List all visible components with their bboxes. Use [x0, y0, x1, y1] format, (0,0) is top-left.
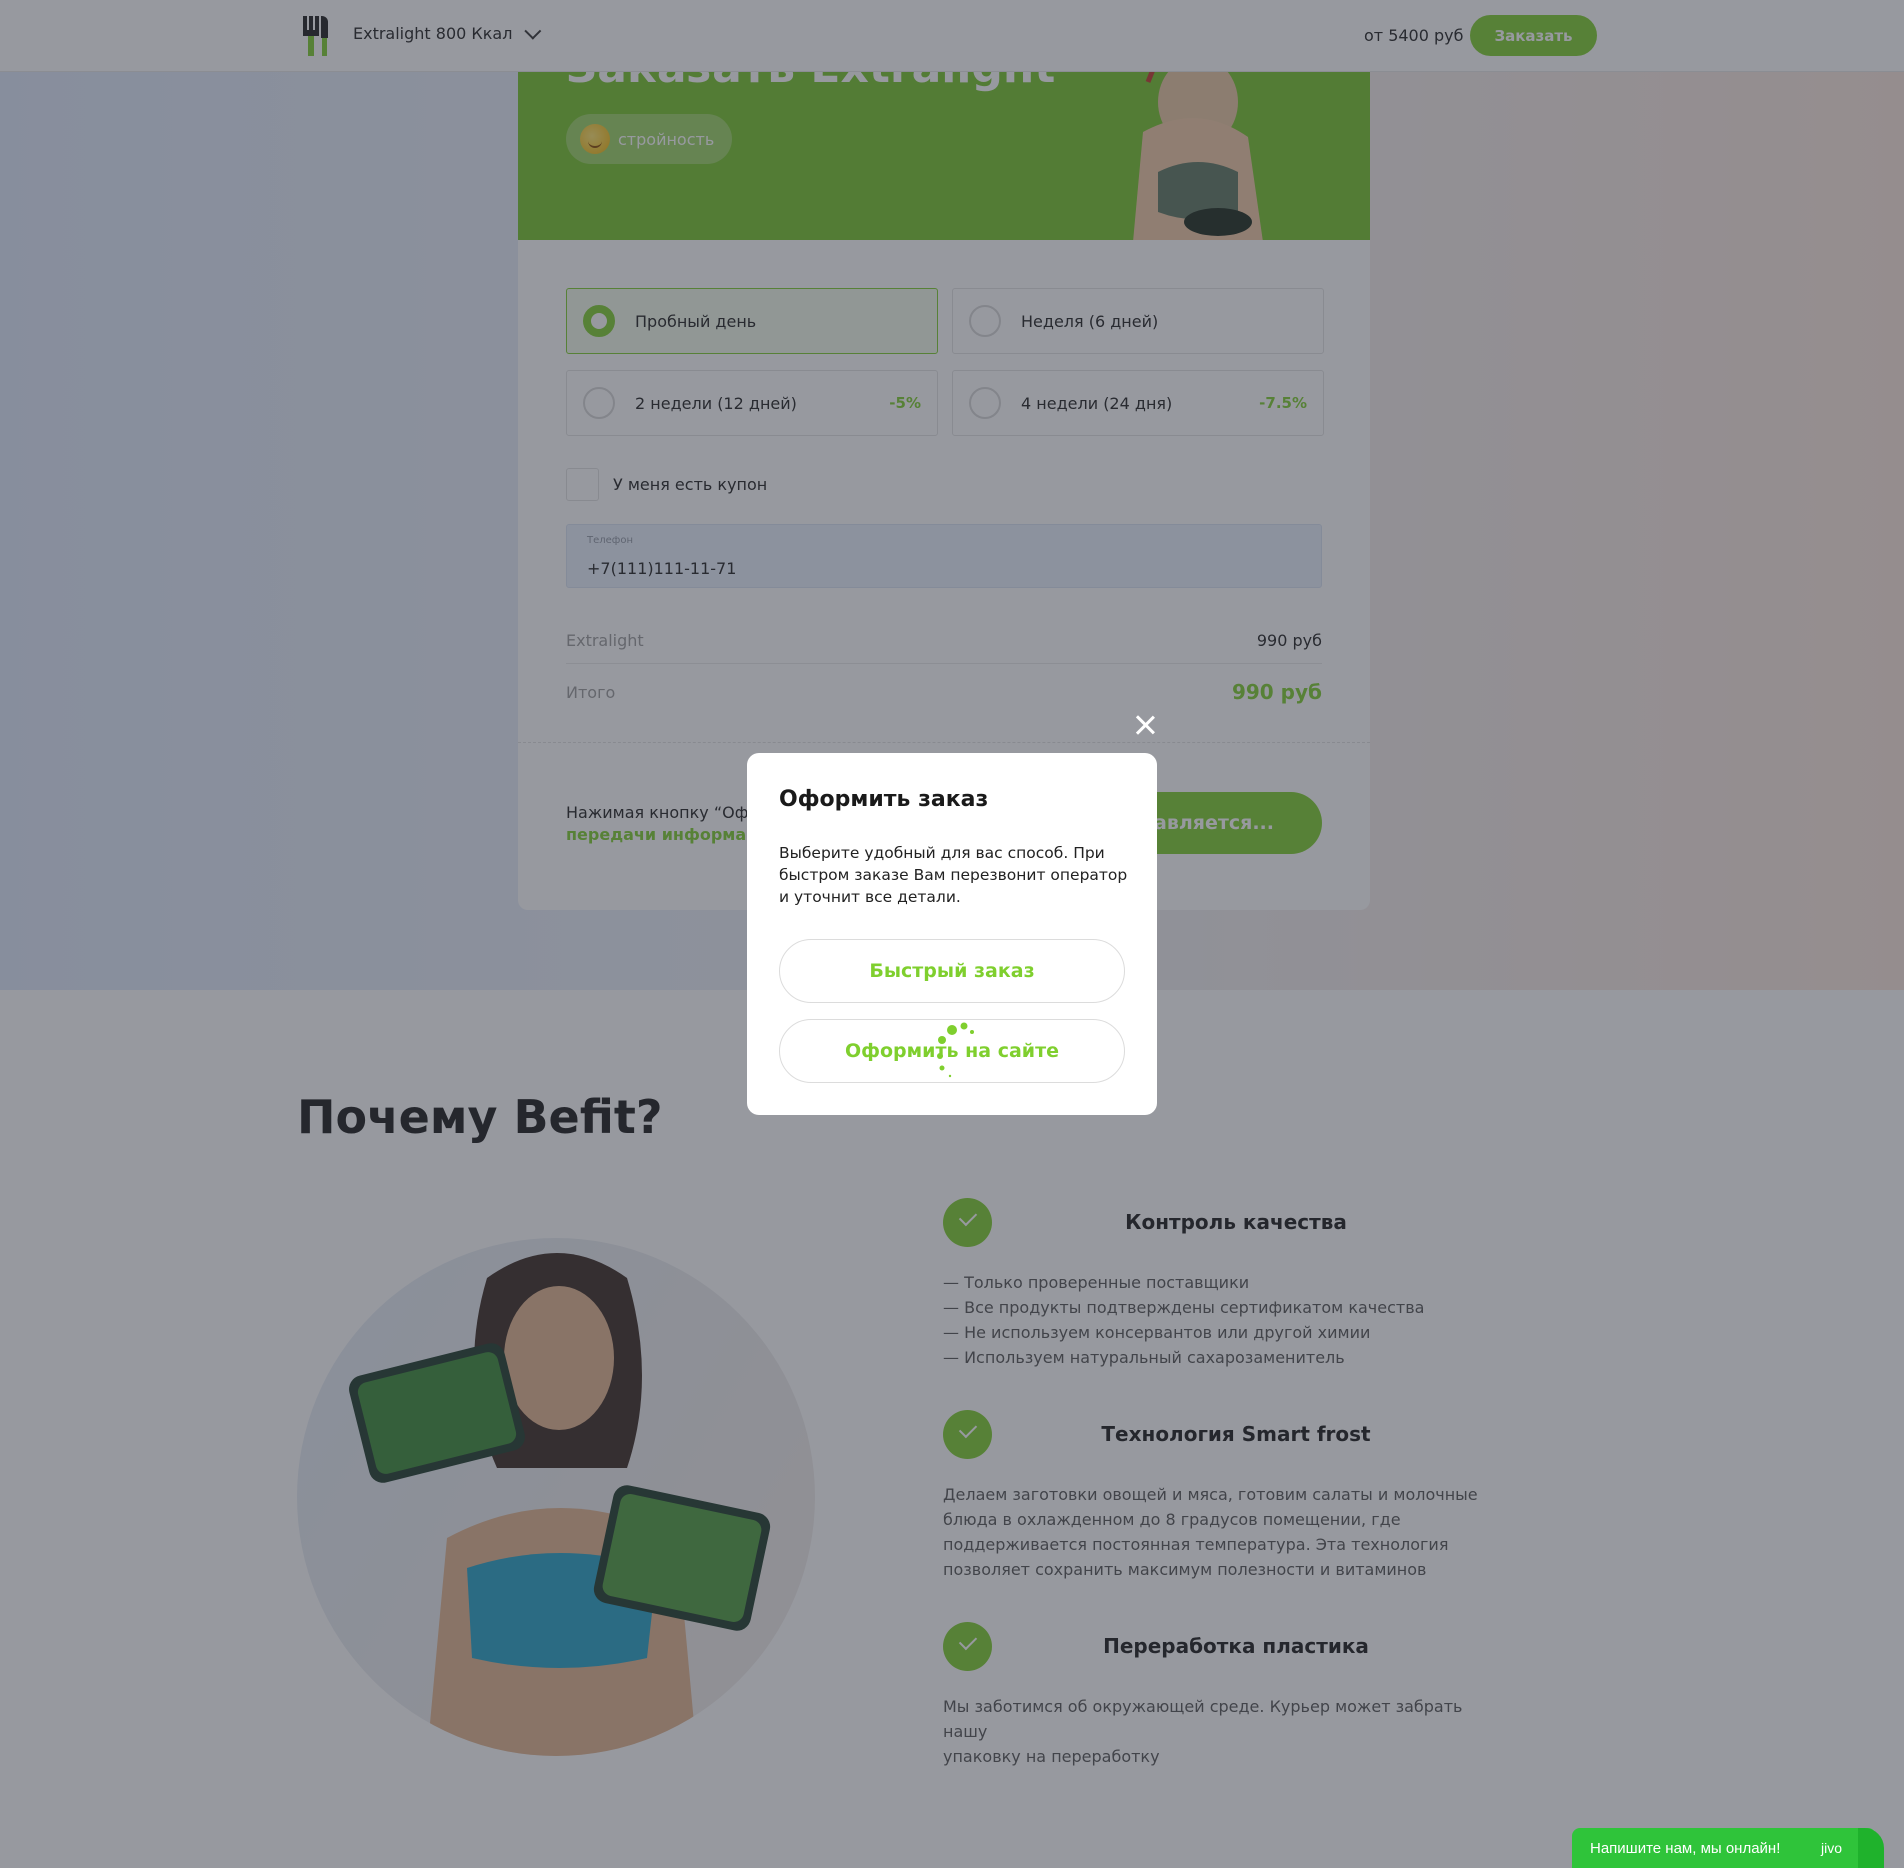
- close-icon[interactable]: [1131, 711, 1159, 739]
- chat-brand: jivo: [1820, 1840, 1842, 1856]
- chat-widget[interactable]: Напишите нам, мы онлайн! jivo: [1572, 1828, 1884, 1868]
- modal-text: Выберите удобный для вас способ. При быс…: [779, 844, 1128, 906]
- chat-text: Напишите нам, мы онлайн!: [1590, 1839, 1781, 1857]
- modal-title: Оформить заказ: [779, 787, 989, 812]
- quick-order-button[interactable]: Быстрый заказ: [779, 939, 1125, 1003]
- loading-spinner-icon: [937, 1022, 974, 1078]
